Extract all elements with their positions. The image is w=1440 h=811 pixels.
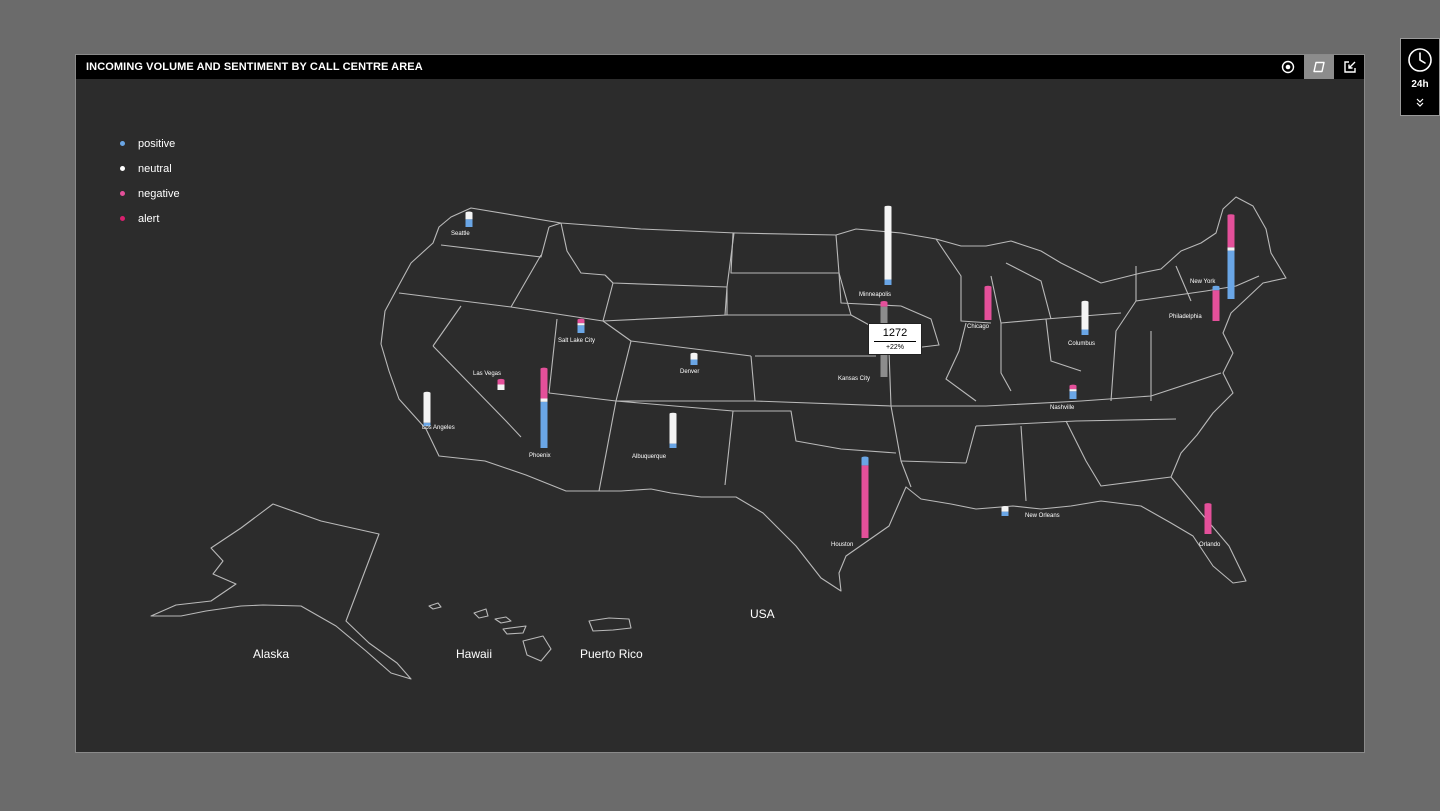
bar-cap (423, 391, 431, 395)
volume-tooltip: 1272 +22% (868, 323, 922, 355)
region-label-usa: USA (750, 607, 775, 621)
city-label: Denver (680, 369, 699, 375)
city-label: Seattle (451, 231, 470, 237)
tooltip-change: +22% (885, 344, 905, 351)
city-label: Philadelphia (1169, 314, 1202, 320)
chevron-double-down-icon (1416, 98, 1424, 107)
city-label: Columbus (1068, 341, 1095, 347)
bar-cap (690, 352, 698, 356)
bar-cap (1227, 214, 1235, 217)
city-marker-chicago[interactable]: Chicago (967, 285, 992, 330)
bar-cap (540, 367, 548, 370)
time-range-label: 24h (1411, 79, 1429, 90)
bar-segment-neutral (1227, 247, 1235, 251)
bar-segment-neutral (423, 393, 431, 423)
bar-segment-negative (540, 368, 548, 399)
bar-cap (1001, 506, 1009, 509)
bar-cap (1212, 285, 1220, 289)
city-label: Las Vegas (473, 371, 501, 377)
city-label: Phoenix (529, 453, 551, 459)
bar-cap (984, 285, 992, 289)
target-button[interactable] (1273, 55, 1303, 79)
city-label: Albuquerque (632, 454, 667, 460)
bar-cap (669, 412, 677, 416)
city-marker-philadelphia[interactable]: Philadelphia (1169, 285, 1220, 321)
city-label: Los Angeles (422, 425, 455, 431)
city-label: Salt Lake City (558, 338, 595, 344)
city-marker-salt-lake-city[interactable]: Salt Lake City (558, 318, 595, 344)
city-label: Chicago (967, 324, 990, 330)
puerto-rico-outline (588, 617, 632, 632)
city-marker-las-vegas[interactable]: Las Vegas (473, 371, 505, 390)
bar-segment-negative (1204, 504, 1212, 534)
bar-segment-positive (884, 279, 892, 285)
bar-cap (880, 301, 888, 304)
bar-cap (1069, 384, 1077, 387)
bar-segment-neutral (497, 384, 505, 390)
city-marker-los-angeles[interactable]: Los Angeles (422, 391, 455, 431)
panel-header: INCOMING VOLUME AND SENTIMENT BY CALL CE… (76, 55, 1364, 79)
city-label: Minneapolis (859, 292, 891, 298)
bar-segment-negative (1227, 215, 1235, 248)
bar-cap (1081, 300, 1089, 304)
bar-segment-positive (577, 325, 585, 333)
bar-segment-neutral (1069, 389, 1077, 392)
city-label: Orlando (1199, 542, 1221, 548)
city-marker-minneapolis[interactable]: Minneapolis (859, 205, 892, 298)
region-label-puerto-rico: Puerto Rico (580, 647, 643, 661)
bar-segment-negative (1212, 290, 1220, 321)
city-marker-nashville[interactable]: Nashville (1050, 384, 1077, 411)
map-view-button[interactable] (1304, 55, 1334, 79)
tooltip-value: 1272 (882, 327, 908, 339)
target-icon (1281, 60, 1295, 74)
bar-segment-positive (540, 401, 548, 448)
time-range-selector[interactable]: 24h (1400, 38, 1440, 116)
bar-segment-positive (1081, 329, 1089, 335)
bar-segment-negative (861, 465, 869, 538)
map-view-icon (1313, 61, 1325, 73)
city-marker-denver[interactable]: Denver (680, 352, 699, 375)
city-marker-columbus[interactable]: Columbus (1068, 300, 1095, 347)
us-map: USA Alaska Hawaii Puerto Rico Seattle Min… (150, 196, 1287, 680)
tooltip-divider (874, 341, 916, 342)
bar-cap (465, 211, 473, 214)
bar-cap (497, 378, 505, 382)
bar-segment-positive (465, 219, 473, 227)
bar-cap (861, 456, 869, 459)
city-marker-phoenix[interactable]: Phoenix (529, 367, 551, 459)
panel-title: INCOMING VOLUME AND SENTIMENT BY CALL CE… (86, 61, 423, 73)
city-label: Houston (831, 542, 853, 548)
bar-segment-neutral (884, 206, 892, 280)
city-label: New Orleans (1025, 513, 1060, 519)
bar-segment-positive (1001, 511, 1009, 516)
bar-segment-neutral (577, 323, 585, 326)
bar-segment-positive (690, 359, 698, 365)
bar-cap (577, 318, 585, 321)
bar-segment-neutral (540, 398, 548, 402)
bar-segment-neutral (669, 413, 677, 444)
city-label: Nashville (1050, 405, 1075, 411)
city-label: New York (1190, 279, 1216, 285)
bar-segment-neutral (1081, 302, 1089, 330)
region-label-hawaii: Hawaii (456, 647, 492, 661)
export-button[interactable] (1335, 55, 1365, 79)
bar-segment-negative (984, 287, 992, 320)
state-outlines (380, 196, 1287, 592)
clock-icon (1408, 48, 1432, 72)
bar-segment-positive (1227, 250, 1235, 299)
bar-cap (1204, 503, 1212, 506)
city-label: Kansas City (838, 376, 870, 382)
usa-outline (380, 196, 1287, 592)
city-marker-albuquerque[interactable]: Albuquerque (632, 412, 677, 460)
export-icon (1344, 61, 1356, 73)
bar-segment-positive (1069, 391, 1077, 399)
city-marker-new-york[interactable]: New York (1190, 214, 1235, 299)
map-panel: INCOMING VOLUME AND SENTIMENT BY CALL CE… (75, 54, 1365, 753)
bar-cap (884, 205, 892, 209)
bar-segment-positive (669, 443, 677, 448)
city-marker-orlando[interactable]: Orlando (1199, 503, 1221, 548)
city-marker-houston[interactable]: Houston (831, 456, 869, 549)
region-label-alaska: Alaska (253, 647, 289, 661)
